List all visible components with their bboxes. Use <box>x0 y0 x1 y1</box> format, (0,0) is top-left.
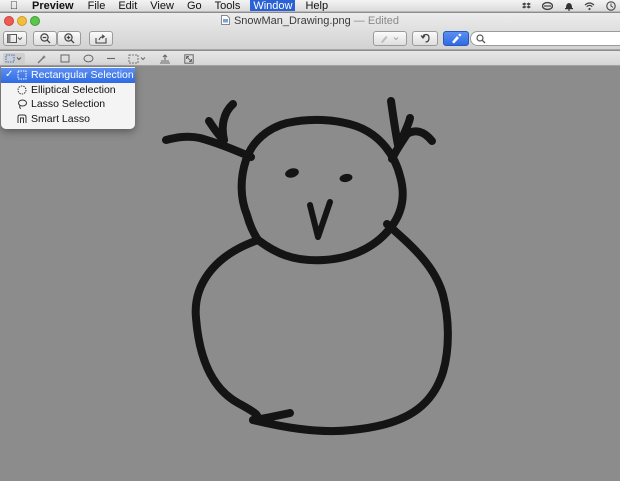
edited-indicator[interactable]: — Edited <box>354 15 399 27</box>
clock-icon[interactable] <box>605 1 616 12</box>
search-field[interactable] <box>470 31 620 46</box>
selection-tools-button[interactable] <box>3 53 25 64</box>
sidebar-icon <box>7 34 23 43</box>
window-titlebar: SnowMan_Drawing.png — Edited <box>0 13 620 50</box>
menu-go[interactable]: Go <box>187 0 202 11</box>
oval-shape-button[interactable] <box>82 53 94 64</box>
smart-lasso-icon <box>17 114 27 123</box>
line-icon <box>107 57 115 60</box>
shapes-menu-button[interactable] <box>127 53 149 64</box>
apple-menu-icon[interactable]:  <box>0 0 28 11</box>
menu-item-label: Rectangular Selection <box>31 69 134 81</box>
show-markup-toolbar-button[interactable] <box>443 31 469 46</box>
menubar-status-area <box>511 0 616 12</box>
magic-wand-icon <box>37 54 46 63</box>
menu-item-smart-lasso[interactable]: Smart Lasso <box>1 112 135 127</box>
line-shape-button[interactable] <box>105 53 117 64</box>
oval-icon <box>83 54 93 63</box>
zoom-in-button[interactable] <box>57 31 81 46</box>
share-icon <box>95 33 107 44</box>
zoom-out-button[interactable] <box>33 31 57 46</box>
menu-file[interactable]: File <box>88 0 106 11</box>
instant-alpha-button[interactable] <box>36 53 48 64</box>
pen-icon <box>381 36 399 43</box>
share-button[interactable] <box>89 31 113 46</box>
menu-item-label: Elliptical Selection <box>31 83 116 96</box>
menu-item-label: Lasso Selection <box>31 98 106 110</box>
resize-icon <box>184 53 194 64</box>
sync-icon[interactable] <box>542 1 553 12</box>
rotate-button[interactable] <box>412 31 438 46</box>
menu-tools[interactable]: Tools <box>215 0 241 11</box>
selection-tools-menu: ✓ Rectangular Selection Elliptical Selec… <box>1 67 135 129</box>
lasso-selection-icon <box>18 99 27 109</box>
shapes-icon <box>128 54 146 63</box>
window-title: SnowMan_Drawing.png — Edited <box>0 15 620 27</box>
search-input[interactable] <box>486 33 606 44</box>
rectangle-selection-icon <box>17 70 27 80</box>
document-name: SnowMan_Drawing.png <box>233 15 351 27</box>
adjust-color-icon <box>160 53 170 64</box>
menu-item-elliptical-selection[interactable]: Elliptical Selection <box>1 83 135 98</box>
snowman-drawing-image <box>162 97 452 436</box>
menu-app-name[interactable]: Preview <box>32 0 74 11</box>
menu-help[interactable]: Help <box>305 0 328 11</box>
adjust-size-button[interactable] <box>183 53 195 64</box>
checkmark-icon: ✓ <box>5 69 14 80</box>
document-icon <box>220 15 230 25</box>
menu-item-lasso-selection[interactable]: Lasso Selection <box>1 97 135 112</box>
rectangle-selection-icon <box>5 54 22 63</box>
markup-tool-button[interactable] <box>373 31 407 46</box>
document-canvas[interactable] <box>0 67 620 481</box>
menu-edit[interactable]: Edit <box>118 0 137 11</box>
notification-icon[interactable] <box>563 1 574 12</box>
zoom-in-icon <box>63 33 74 44</box>
search-icon <box>476 33 486 43</box>
menu-item-label: Smart Lasso <box>31 112 90 125</box>
zoom-out-icon <box>39 33 50 44</box>
rectangle-icon <box>60 54 70 63</box>
view-mode-button[interactable] <box>3 31 27 46</box>
menu-view[interactable]: View <box>150 0 174 11</box>
menu-window[interactable]: Window <box>250 0 296 11</box>
menu-bar:  Preview File Edit View Go Tools Window… <box>0 0 620 12</box>
toolbox-icon <box>452 33 462 44</box>
markup-toolbar <box>0 51 620 66</box>
rotate-icon <box>420 33 430 43</box>
adjust-color-button[interactable] <box>158 53 172 64</box>
elliptical-selection-icon <box>17 85 27 94</box>
wifi-icon[interactable] <box>584 1 595 12</box>
menu-item-rectangular-selection[interactable]: ✓ Rectangular Selection <box>1 68 135 83</box>
dropbox-icon[interactable] <box>521 1 532 12</box>
rectangle-shape-button[interactable] <box>59 53 71 64</box>
